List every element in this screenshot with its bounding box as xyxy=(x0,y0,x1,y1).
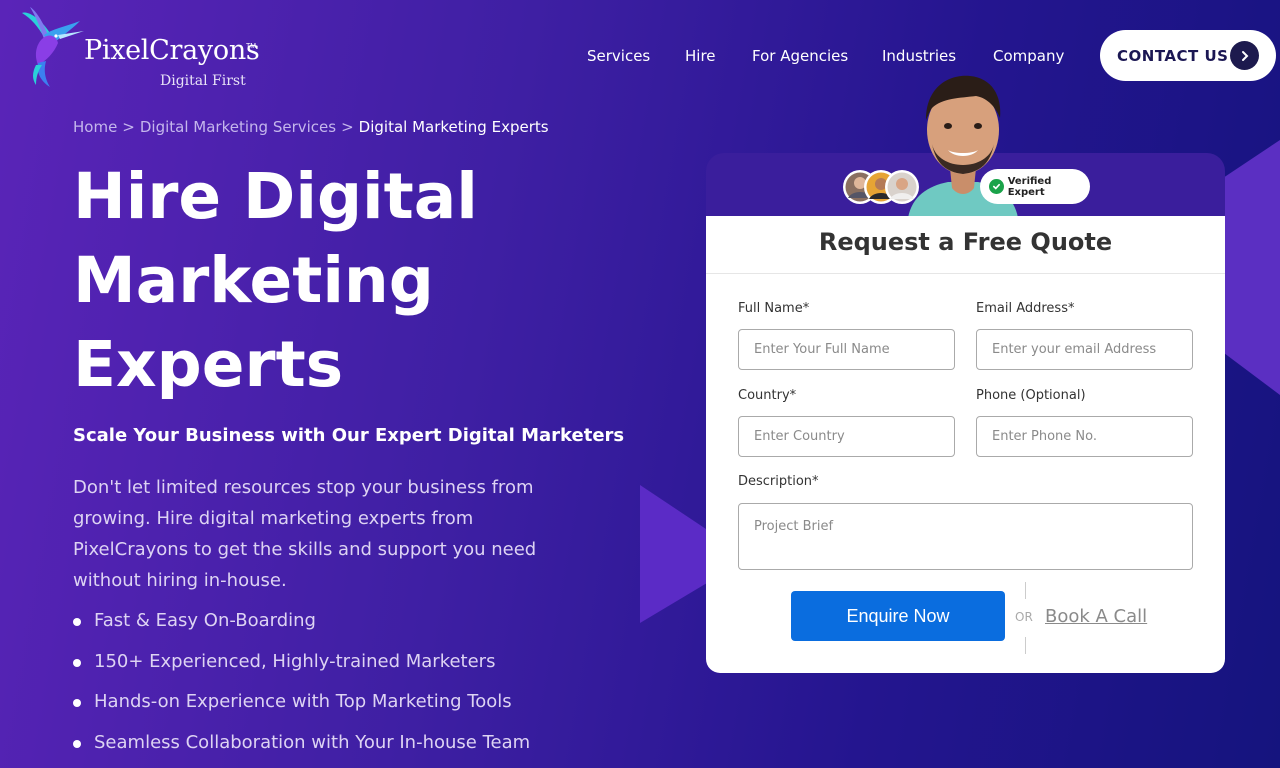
feature-text: Seamless Collaboration with Your In-hous… xyxy=(94,731,531,753)
title-line: Hire Digital xyxy=(73,160,478,233)
feature-text: Fast & Easy On-Boarding xyxy=(94,610,316,631)
contact-us-button[interactable]: CONTACT US xyxy=(1100,30,1276,81)
trademark: TM xyxy=(246,43,257,50)
full-name-label: Full Name* xyxy=(738,301,810,316)
description-label: Description* xyxy=(738,474,819,489)
or-separator: OR xyxy=(1015,610,1033,624)
breadcrumb-separator: > xyxy=(122,118,135,136)
hero-description: Don't let limited resources stop your bu… xyxy=(73,477,537,591)
breadcrumb-parent[interactable]: Digital Marketing Services xyxy=(140,118,336,136)
list-item: 150+ Experienced, Highly-trained Markete… xyxy=(73,651,530,692)
hero-subtitle: Scale Your Business with Our Expert Digi… xyxy=(73,425,625,446)
bullet-icon xyxy=(73,739,81,748)
nav-services[interactable]: Services xyxy=(587,47,650,65)
title-line: Experts xyxy=(73,328,344,401)
bullet-icon xyxy=(73,658,81,667)
list-item: Fast & Easy On-Boarding xyxy=(73,610,530,651)
enquire-now-button[interactable]: Enquire Now xyxy=(791,591,1005,641)
brand-name: PixelCrayons xyxy=(84,35,260,66)
list-item: Seamless Collaboration with Your In-hous… xyxy=(73,732,530,768)
verified-badge-label: Verified Expert xyxy=(1007,175,1052,198)
nav-hire[interactable]: Hire xyxy=(685,47,716,65)
chevron-right-icon xyxy=(1230,41,1259,70)
contact-us-label: CONTACT US xyxy=(1117,46,1229,65)
list-item: Hands-on Experience with Top Marketing T… xyxy=(73,691,530,732)
phone-label: Phone (Optional) xyxy=(976,388,1086,403)
title-line: Marketing xyxy=(73,244,434,317)
form-title: Request a Free Quote xyxy=(818,228,1113,256)
logo[interactable]: PixelCrayons TM Digital First xyxy=(20,5,280,90)
phone-input[interactable] xyxy=(976,416,1193,457)
feature-text: Hands-on Experience with Top Marketing T… xyxy=(94,691,512,712)
breadcrumb-separator: > xyxy=(341,118,354,136)
breadcrumb: Home > Digital Marketing Services > Digital … xyxy=(73,118,549,136)
hummingbird-logo-icon xyxy=(22,7,84,87)
email-input[interactable] xyxy=(976,329,1193,370)
divider xyxy=(1025,582,1026,599)
divider xyxy=(706,273,1225,274)
country-input[interactable] xyxy=(738,416,955,457)
nav-industries[interactable]: Industries xyxy=(882,47,956,65)
nav-company[interactable]: Company xyxy=(993,47,1064,65)
bullet-icon xyxy=(73,618,81,626)
email-label: Email Address* xyxy=(976,301,1075,316)
bullet-icon xyxy=(73,699,81,707)
quote-form-card: Request a Free Quote Full Name* Email Ad… xyxy=(706,216,1225,673)
feature-list: Fast & Easy On-Boarding 150+ Experienced… xyxy=(73,610,530,768)
page-title: Hire Digital Marketing Experts xyxy=(73,155,593,407)
breadcrumb-current: Digital Marketing Experts xyxy=(358,118,549,136)
book-a-call-link[interactable]: Book A Call xyxy=(1045,606,1147,627)
description-textarea[interactable] xyxy=(738,503,1193,570)
nav-for-agencies[interactable]: For Agencies xyxy=(752,47,848,65)
breadcrumb-home[interactable]: Home xyxy=(73,118,117,136)
divider xyxy=(1025,637,1026,654)
feature-text: 150+ Experienced, Highly-trained Markete… xyxy=(94,650,496,672)
country-label: Country* xyxy=(738,388,797,403)
verified-expert-badge: Verified Expert xyxy=(980,169,1090,204)
check-icon xyxy=(989,179,1004,194)
brand-tagline: Digital First xyxy=(160,73,246,89)
full-name-input[interactable] xyxy=(738,329,955,370)
team-avatars-image xyxy=(843,170,919,204)
